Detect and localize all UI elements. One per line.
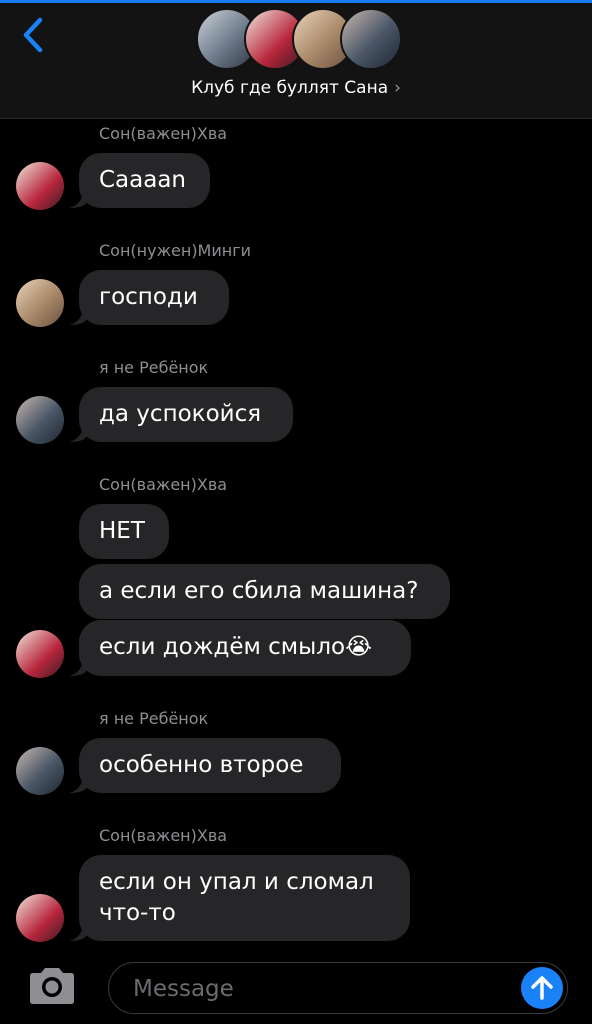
group-avatars[interactable] [196,8,402,72]
message-field[interactable] [108,962,568,1014]
message-bubble[interactable]: да успокойся [79,387,293,442]
sender-name: Сон(нужен)Минги [99,241,252,260]
chevron-right-icon: › [394,78,401,98]
avatar [16,396,64,444]
chevron-left-icon[interactable] [16,14,56,56]
bubble-tail [69,424,87,442]
message-bubble[interactable]: господи [79,270,229,325]
top-accent-line [0,0,592,3]
sender-name: Сон(важен)Хва [99,826,228,845]
message-bubble[interactable]: если он упал и сломал что-то [79,855,410,941]
avatar [16,279,64,327]
message-bubble[interactable]: Сааааn [79,153,210,208]
message-input[interactable] [131,971,515,1007]
avatar [340,8,402,70]
camera-icon[interactable] [26,966,78,1006]
message-bubble[interactable]: а если его сбила машина? [79,564,450,619]
bubble-tail [69,923,87,941]
bubble-tail [69,190,87,208]
message-bubble[interactable]: если дождём смыло😭 [79,620,411,676]
group-title[interactable]: Клуб где буллят Сана › [0,78,592,98]
avatar [16,630,64,678]
message-composer [0,954,592,1024]
group-title-label: Клуб где буллят Сана [191,78,389,98]
conversation-header: Клуб где буллят Сана › [0,0,592,119]
avatar [16,894,64,942]
message-bubble[interactable]: НЕТ [79,504,169,559]
message-bubble[interactable]: особенно второе [79,738,341,793]
bubble-tail [69,775,87,793]
bubble-tail [69,658,87,676]
arrow-up-icon [531,976,553,1000]
sender-name: Сон(важен)Хва [99,475,228,494]
sender-name: я не Ребёнок [99,358,209,377]
bubble-tail [69,307,87,325]
message-list[interactable]: Сон(важен)Хва Сааааn Сон(нужен)Минги гос… [0,118,592,954]
sender-name: я не Ребёнок [99,709,209,728]
sender-name: Сон(важен)Хва [99,124,228,143]
avatar [16,162,64,210]
send-button[interactable] [521,967,563,1009]
avatar [16,747,64,795]
